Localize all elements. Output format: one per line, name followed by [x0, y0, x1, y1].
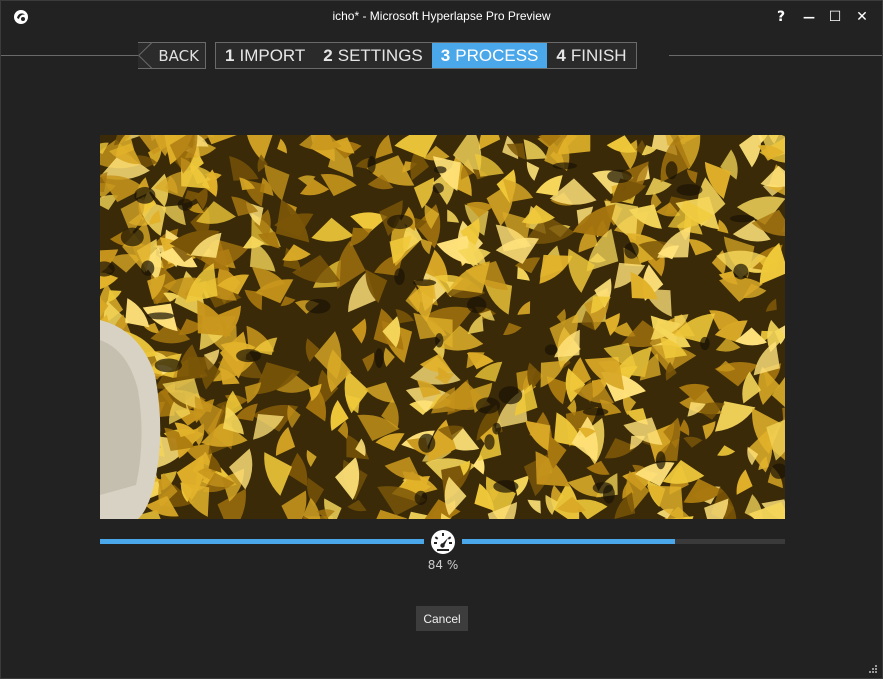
- progress-indicator: [424, 528, 462, 556]
- wizard-steps: 1 IMPORT 2 SETTINGS 3 PROCESS 4 FINISH: [215, 42, 637, 69]
- progress-percent: 84 %: [427, 558, 459, 572]
- step-import[interactable]: 1 IMPORT: [216, 43, 315, 68]
- step-finish[interactable]: 4 FINISH: [547, 43, 636, 68]
- step-settings[interactable]: 2 SETTINGS: [314, 43, 432, 68]
- back-label: BACK: [158, 46, 199, 65]
- step-process[interactable]: 3 PROCESS: [431, 43, 548, 68]
- cancel-button[interactable]: Cancel: [416, 606, 468, 631]
- nav-divider-left: [1, 55, 141, 56]
- minimize-button[interactable]: —: [796, 5, 822, 29]
- nav-divider-right: [669, 55, 882, 56]
- window-title: icho* - Microsoft Hyperlapse Pro Preview: [332, 9, 551, 23]
- resize-grip-icon[interactable]: [868, 664, 878, 674]
- back-arrow-icon: [138, 42, 158, 69]
- help-button[interactable]: ?: [768, 5, 794, 29]
- progress-fill: [100, 539, 675, 544]
- close-button[interactable]: ✕: [849, 5, 875, 29]
- maximize-button[interactable]: ☐: [822, 5, 848, 29]
- app-window: icho* - Microsoft Hyperlapse Pro Preview…: [0, 0, 883, 679]
- video-preview: [100, 135, 785, 519]
- title-bar[interactable]: icho* - Microsoft Hyperlapse Pro Preview…: [1, 1, 882, 33]
- video-frame-image: [100, 135, 785, 519]
- speed-gauge-icon: [431, 530, 455, 554]
